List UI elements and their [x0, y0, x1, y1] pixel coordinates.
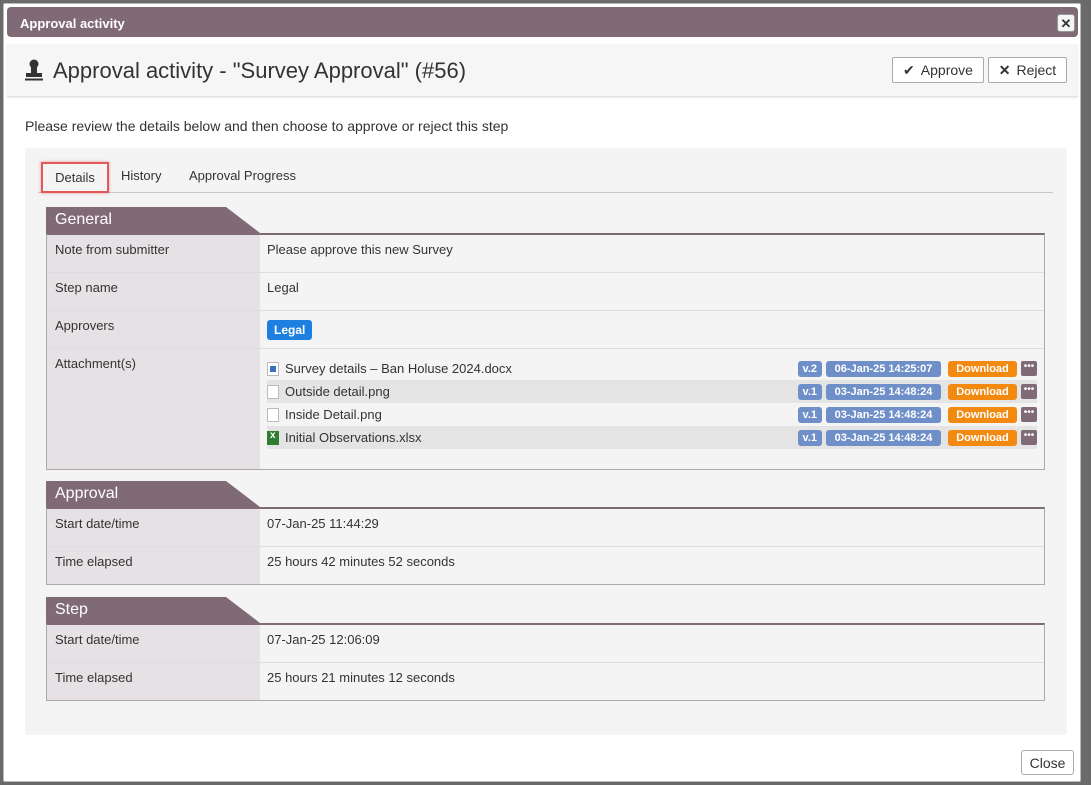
reject-label: Reject [1016, 62, 1057, 78]
row-label: Time elapsed [47, 663, 260, 700]
approval-dialog: Approval activity ✕ Approval activity - … [3, 3, 1081, 782]
more-options-icon[interactable]: ••• [1021, 430, 1037, 445]
tab-bar: Details History Approval Progress [38, 162, 1053, 193]
attachment-item: Outside detail.png v.1 03-Jan-25 14:48:2… [267, 380, 1037, 403]
attachment-name[interactable]: Outside detail.png [285, 384, 798, 399]
tab-approval-progress[interactable]: Approval Progress [189, 168, 296, 183]
approval-start-row: Start date/time 07-Jan-25 11:44:29 [47, 509, 1044, 547]
section-title: Approval [46, 481, 260, 507]
attachment-name[interactable]: Survey details – Ban Holuse 2024.docx [285, 361, 798, 376]
dialog-header: Approval activity - "Survey Approval" (#… [7, 44, 1078, 97]
more-options-icon[interactable]: ••• [1021, 407, 1037, 422]
attachment-item: Inside Detail.png v.1 03-Jan-25 14:48:24… [267, 403, 1037, 426]
attachments-row: Attachment(s) Survey details – Ban Holus… [47, 349, 1044, 469]
approve-button[interactable]: ✔ Approve [892, 57, 984, 83]
download-button[interactable]: Download [948, 406, 1017, 423]
word-doc-icon [267, 361, 279, 376]
section-general: General Note from submitter Please appro… [46, 207, 1045, 470]
step-start-row: Start date/time 07-Jan-25 12:06:09 [47, 625, 1044, 663]
download-button[interactable]: Download [948, 429, 1017, 446]
excel-icon [267, 430, 279, 445]
reject-button[interactable]: ✕ Reject [988, 57, 1067, 83]
file-icon [267, 407, 279, 422]
intro-text: Please review the details below and then… [25, 118, 509, 134]
date-badge: 03-Jan-25 14:48:24 [826, 429, 941, 446]
approval-start-value: 07-Jan-25 11:44:29 [267, 516, 379, 531]
details-panel: Details History Approval Progress Genera… [25, 148, 1067, 735]
row-label: Approvers [47, 311, 260, 348]
attachment-name[interactable]: Inside Detail.png [285, 407, 798, 422]
download-button[interactable]: Download [948, 383, 1017, 400]
step-start-value: 07-Jan-25 12:06:09 [267, 632, 380, 647]
row-label: Start date/time [47, 509, 260, 546]
row-label: Attachment(s) [47, 349, 260, 469]
close-icon[interactable]: ✕ [1057, 14, 1075, 32]
x-icon: ✕ [998, 61, 1011, 78]
tab-history[interactable]: History [121, 168, 161, 183]
more-options-icon[interactable]: ••• [1021, 384, 1037, 399]
check-icon: ✔ [903, 61, 915, 78]
step-name-row: Step name Legal [47, 273, 1044, 311]
step-elapsed-value: 25 hours 21 minutes 12 seconds [267, 670, 455, 685]
row-label: Step name [47, 273, 260, 310]
note-row: Note from submitter Please approve this … [47, 235, 1044, 273]
step-name-value: Legal [267, 280, 299, 295]
date-badge: 03-Jan-25 14:48:24 [826, 383, 941, 400]
step-elapsed-row: Time elapsed 25 hours 21 minutes 12 seco… [47, 663, 1044, 700]
dialog-titlebar: Approval activity ✕ [7, 7, 1078, 37]
more-options-icon[interactable]: ••• [1021, 361, 1037, 376]
approver-badge: Legal [267, 320, 313, 340]
approve-label: Approve [920, 62, 973, 78]
note-value: Please approve this new Survey [267, 242, 453, 257]
section-approval: Approval Start date/time 07-Jan-25 11:44… [46, 481, 1045, 585]
file-icon [267, 384, 279, 399]
dialog-title: Approval activity [20, 16, 125, 31]
download-button[interactable]: Download [948, 360, 1017, 377]
date-badge: 06-Jan-25 14:25:07 [826, 360, 941, 377]
attachment-item: Survey details – Ban Holuse 2024.docx v.… [267, 357, 1037, 380]
approval-elapsed-row: Time elapsed 25 hours 42 minutes 52 seco… [47, 547, 1044, 584]
section-title: General [46, 207, 260, 233]
version-badge: v.1 [797, 429, 822, 446]
version-badge: v.1 [797, 383, 822, 400]
close-button[interactable]: Close [1021, 750, 1074, 775]
version-badge: v.1 [797, 406, 822, 423]
stamp-icon [25, 59, 43, 81]
section-title: Step [46, 597, 260, 623]
date-badge: 03-Jan-25 14:48:24 [826, 406, 941, 423]
row-label: Note from submitter [47, 235, 260, 272]
approvers-row: Approvers Legal [47, 311, 1044, 349]
page-title: Approval activity - "Survey Approval" (#… [53, 58, 467, 83]
section-step: Step Start date/time 07-Jan-25 12:06:09 … [46, 597, 1045, 701]
version-badge: v.2 [797, 360, 822, 377]
row-label: Start date/time [47, 625, 260, 662]
row-label: Time elapsed [47, 547, 260, 584]
approval-elapsed-value: 25 hours 42 minutes 52 seconds [267, 554, 455, 569]
tab-details[interactable]: Details [41, 162, 109, 193]
attachment-name[interactable]: Initial Observations.xlsx [285, 430, 798, 445]
attachment-item: Initial Observations.xlsx v.1 03-Jan-25 … [267, 426, 1037, 449]
